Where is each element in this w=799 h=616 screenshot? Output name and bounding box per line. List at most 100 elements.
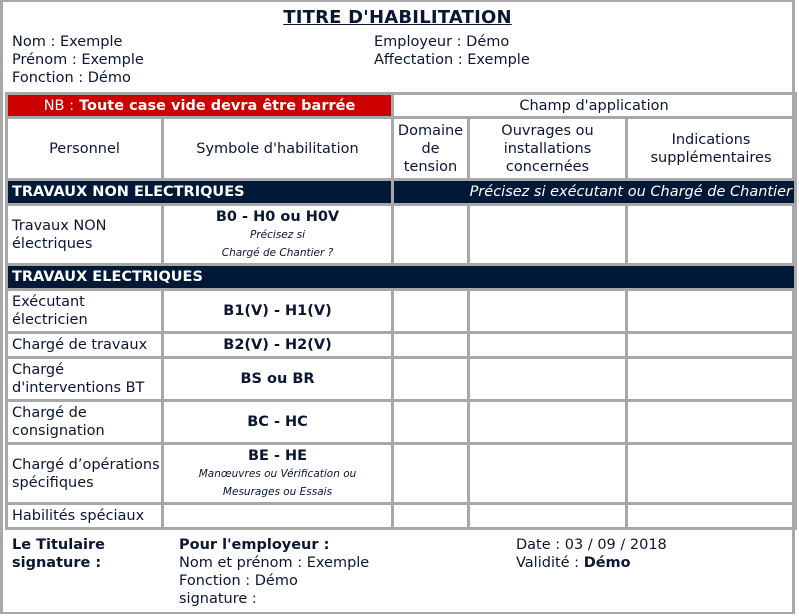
- indications-cell[interactable]: [624, 502, 798, 530]
- nom-prenom-value: Exemple: [306, 555, 370, 571]
- company-info: Employeur : Démo Affectation : Exemple: [374, 33, 530, 69]
- nom-prenom-label: Nom et prénom :: [179, 555, 303, 571]
- table-row: Chargé d'interventions BT BS ou BR: [5, 356, 798, 402]
- validite-label: Validité :: [516, 555, 580, 571]
- employeur-label: Employeur :: [374, 34, 462, 50]
- symbole-cell[interactable]: [161, 502, 394, 530]
- date-label: Date :: [516, 537, 561, 553]
- employeur-fonction-line: Fonction : Démo: [179, 572, 369, 590]
- domaine-cell[interactable]: [391, 288, 470, 334]
- personnel-cell: Chargé d’opérations spécifiques: [5, 442, 164, 505]
- ouvrages-cell[interactable]: [467, 203, 628, 266]
- section-non-electriques-note: Précisez si exécutant ou Chargé de Chant…: [390, 178, 798, 206]
- notice-banner: NB : Toute case vide devra être barrée: [5, 92, 394, 119]
- table-row: Chargé de consignation BC - HC: [5, 399, 798, 445]
- employeur-line: Employeur : Démo: [374, 33, 530, 51]
- table-row: Chargé d’opérations spécifiques BE - HE …: [5, 442, 798, 505]
- table-row: Travaux NON électriques B0 - H0 ou H0V P…: [5, 203, 798, 266]
- symbole-value: B2(V) - H2(V): [223, 337, 332, 353]
- domaine-header: Domaine de tension: [391, 116, 470, 181]
- affectation-label: Affectation :: [374, 52, 463, 68]
- symbole-cell: B1(V) - H1(V): [161, 288, 394, 334]
- fonction-line: Fonction : Démo: [12, 69, 144, 87]
- indications-cell[interactable]: [624, 203, 798, 266]
- domaine-cell[interactable]: [391, 442, 470, 505]
- employeur-fonction-value: Démo: [254, 573, 298, 589]
- symbole-note-1: Précisez si: [250, 228, 305, 241]
- indications-cell[interactable]: [624, 331, 798, 359]
- symbole-note-2: Mesurages ou Essais: [222, 485, 333, 498]
- notice-prefix: NB :: [43, 97, 74, 114]
- indications-cell[interactable]: [624, 356, 798, 402]
- employeur-block: Pour l'employeur : Nom et prénom : Exemp…: [179, 536, 369, 608]
- symbole-value: BC - HC: [247, 414, 308, 430]
- ouvrages-cell[interactable]: [467, 288, 628, 334]
- prenom-value: Exemple: [81, 52, 144, 68]
- personnel-header: Personnel: [5, 116, 164, 181]
- nom-line: Nom : Exemple: [12, 33, 144, 51]
- indications-cell[interactable]: [624, 442, 798, 505]
- symbole-note-1: Manœuvres ou Vérification ou: [198, 467, 357, 480]
- person-info: Nom : Exemple Prénom : Exemple Fonction …: [12, 33, 144, 87]
- employeur-value: Démo: [466, 34, 510, 50]
- prenom-line: Prénom : Exemple: [12, 51, 144, 69]
- signature-footer: Le Titulaire signature : Pour l'employeu…: [3, 530, 792, 614]
- ouvrages-cell[interactable]: [467, 356, 628, 402]
- ouvrages-cell[interactable]: [467, 399, 628, 445]
- personnel-cell: Travaux NON électriques: [5, 203, 164, 266]
- symbole-header: Symbole d'habilitation: [161, 116, 394, 181]
- titulaire-block: Le Titulaire signature :: [12, 536, 105, 572]
- affectation-value: Exemple: [467, 52, 530, 68]
- fonction-value: Démo: [87, 70, 131, 86]
- nom-prenom-line: Nom et prénom : Exemple: [179, 554, 369, 572]
- habilitation-table: NB : Toute case vide devra être barrée C…: [4, 92, 798, 530]
- table-row: Habilités spéciaux: [5, 502, 798, 530]
- titulaire-signature-label: signature :: [12, 555, 102, 571]
- personnel-cell: Exécutant électricien: [5, 288, 164, 334]
- ouvrages-header: Ouvrages ou installations concernées: [467, 116, 628, 181]
- date-line: Date : 03 / 09 / 2018: [516, 536, 667, 554]
- symbole-value: B0 - H0 ou H0V: [215, 208, 340, 225]
- ouvrages-cell[interactable]: [467, 331, 628, 359]
- section-electriques: TRAVAUX ELECTRIQUES: [4, 263, 798, 291]
- symbole-cell: BE - HE Manœuvres ou Vérification ou Mes…: [161, 442, 394, 505]
- domaine-cell[interactable]: [391, 356, 470, 402]
- symbole-note-2: Chargé de Chantier ?: [221, 246, 334, 259]
- ouvrages-cell[interactable]: [467, 502, 628, 530]
- table-row: Chargé de travaux B2(V) - H2(V): [5, 331, 798, 359]
- validite-value: Démo: [583, 555, 631, 571]
- notice-text: Toute case vide devra être barrée: [79, 97, 356, 114]
- domaine-cell[interactable]: [391, 502, 470, 530]
- symbole-cell: BC - HC: [161, 399, 394, 445]
- ouvrages-cell[interactable]: [467, 442, 628, 505]
- domaine-cell[interactable]: [391, 331, 470, 359]
- symbole-cell: B0 - H0 ou H0V Précisez si Chargé de Cha…: [161, 203, 394, 266]
- employeur-heading: Pour l'employeur :: [179, 537, 330, 553]
- titulaire-label: Le Titulaire: [12, 537, 105, 553]
- personnel-cell: Chargé de consignation: [5, 399, 164, 445]
- symbole-cell: BS ou BR: [161, 356, 394, 402]
- habilitation-document: TITRE D'HABILITATION Nom : Exemple Préno…: [0, 0, 798, 614]
- date-block: Date : 03 / 09 / 2018 Validité : Démo: [516, 536, 667, 572]
- fonction-label: Fonction :: [12, 70, 84, 86]
- employeur-signature-label: signature :: [179, 591, 257, 607]
- champ-application-header: Champ d'application: [390, 92, 798, 119]
- prenom-label: Prénom :: [12, 52, 77, 68]
- symbole-value: BE - HE: [247, 447, 308, 464]
- domaine-cell[interactable]: [391, 203, 470, 266]
- personnel-cell: Habilités spéciaux: [5, 502, 164, 530]
- indications-header: Indications supplémentaires: [624, 116, 798, 181]
- domaine-cell[interactable]: [391, 399, 470, 445]
- section-non-electriques: TRAVAUX NON ELECTRIQUES: [5, 178, 394, 206]
- personnel-cell: Chargé d'interventions BT: [5, 356, 164, 402]
- table-row: Exécutant électricien B1(V) - H1(V): [5, 288, 798, 334]
- symbole-cell: B2(V) - H2(V): [161, 331, 394, 359]
- indications-cell[interactable]: [624, 399, 798, 445]
- document-title: TITRE D'HABILITATION: [283, 7, 512, 28]
- symbole-value: BS ou BR: [240, 371, 315, 387]
- indications-cell[interactable]: [624, 288, 798, 334]
- validite-line: Validité : Démo: [516, 554, 667, 572]
- nom-value: Exemple: [59, 34, 123, 50]
- affectation-line: Affectation : Exemple: [374, 51, 530, 69]
- symbole-value: B1(V) - H1(V): [223, 303, 332, 319]
